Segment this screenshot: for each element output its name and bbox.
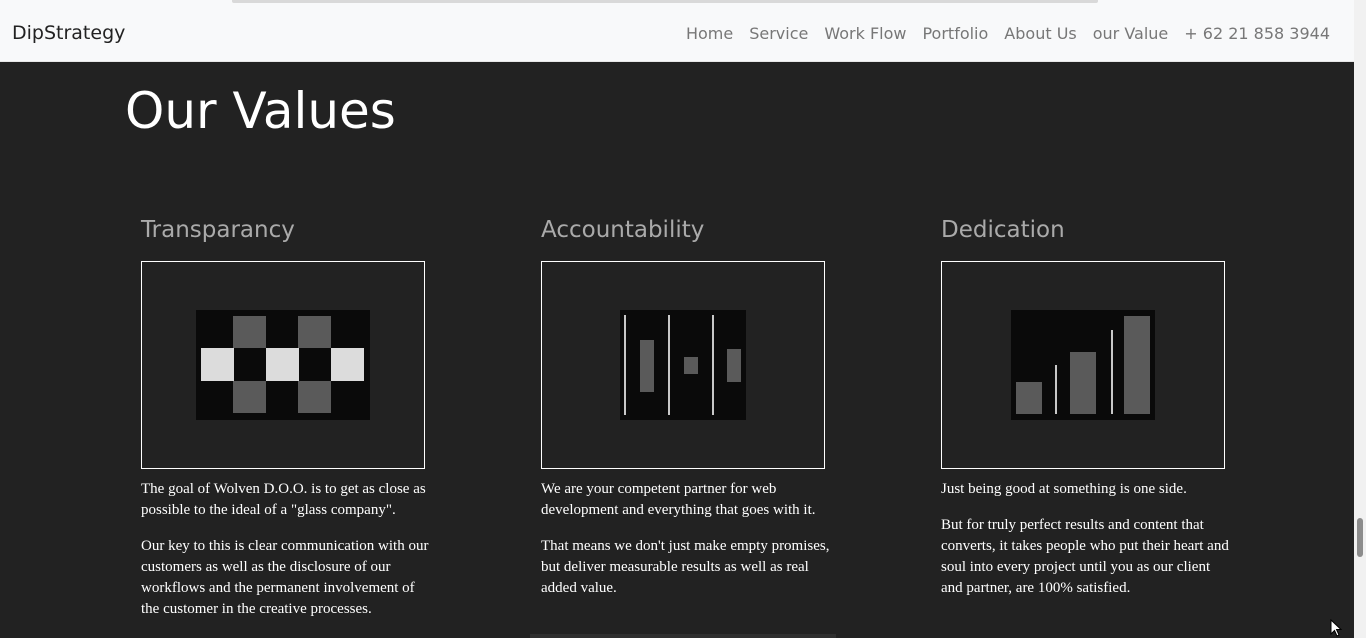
value-paragraph: The goal of Wolven D.O.O. is to get as c… [141, 481, 426, 518]
nav-link-about-us[interactable]: About Us [1004, 24, 1076, 43]
value-paragraph: We are your competent partner for web de… [541, 481, 816, 518]
mouse-cursor-icon [1330, 619, 1343, 637]
bottom-edge [530, 634, 836, 638]
page-scrollbar[interactable] [1354, 0, 1366, 638]
checkerboard-icon [196, 310, 370, 420]
nav-link-phone[interactable]: + 62 21 858 3944 [1184, 24, 1330, 43]
value-paragraph: That means we don't just make empty prom… [541, 538, 830, 596]
brand-link[interactable]: DipStrategy [12, 22, 125, 44]
scrollbar-thumb[interactable] [1357, 518, 1363, 557]
value-card-accountability: Accountability We are your competent par… [541, 214, 831, 614]
value-title: Dedication [941, 217, 1065, 243]
value-title: Transparancy [141, 217, 295, 243]
value-card-dedication: Dedication Just being good at something … [941, 214, 1231, 614]
value-paragraph: But for truly perfect results and conten… [941, 517, 1229, 596]
value-paragraph: Our key to this is clear communication w… [141, 538, 429, 617]
growth-bars-icon [1011, 310, 1155, 420]
nav-link-home[interactable]: Home [686, 24, 733, 43]
value-title: Accountability [541, 217, 705, 243]
vertical-bars-icon [620, 310, 746, 420]
value-image-frame [941, 261, 1225, 469]
nav-link-our-value[interactable]: our Value [1093, 24, 1169, 43]
value-image-frame [141, 261, 425, 469]
navbar: DipStrategy Home Service Work Flow Portf… [0, 5, 1354, 62]
value-card-transparancy: Transparancy The goal of Wolven D.O.O. i… [141, 214, 431, 635]
value-image-frame [541, 261, 825, 469]
nav-links: Home Service Work Flow Portfolio About U… [686, 24, 1330, 43]
value-paragraph: Just being good at something is one side… [941, 481, 1187, 497]
nav-link-work-flow[interactable]: Work Flow [824, 24, 906, 43]
page-title: Our Values [125, 82, 396, 140]
nav-link-service[interactable]: Service [749, 24, 808, 43]
top-scroll-indicator [232, 0, 1098, 3]
nav-link-portfolio[interactable]: Portfolio [922, 24, 988, 43]
